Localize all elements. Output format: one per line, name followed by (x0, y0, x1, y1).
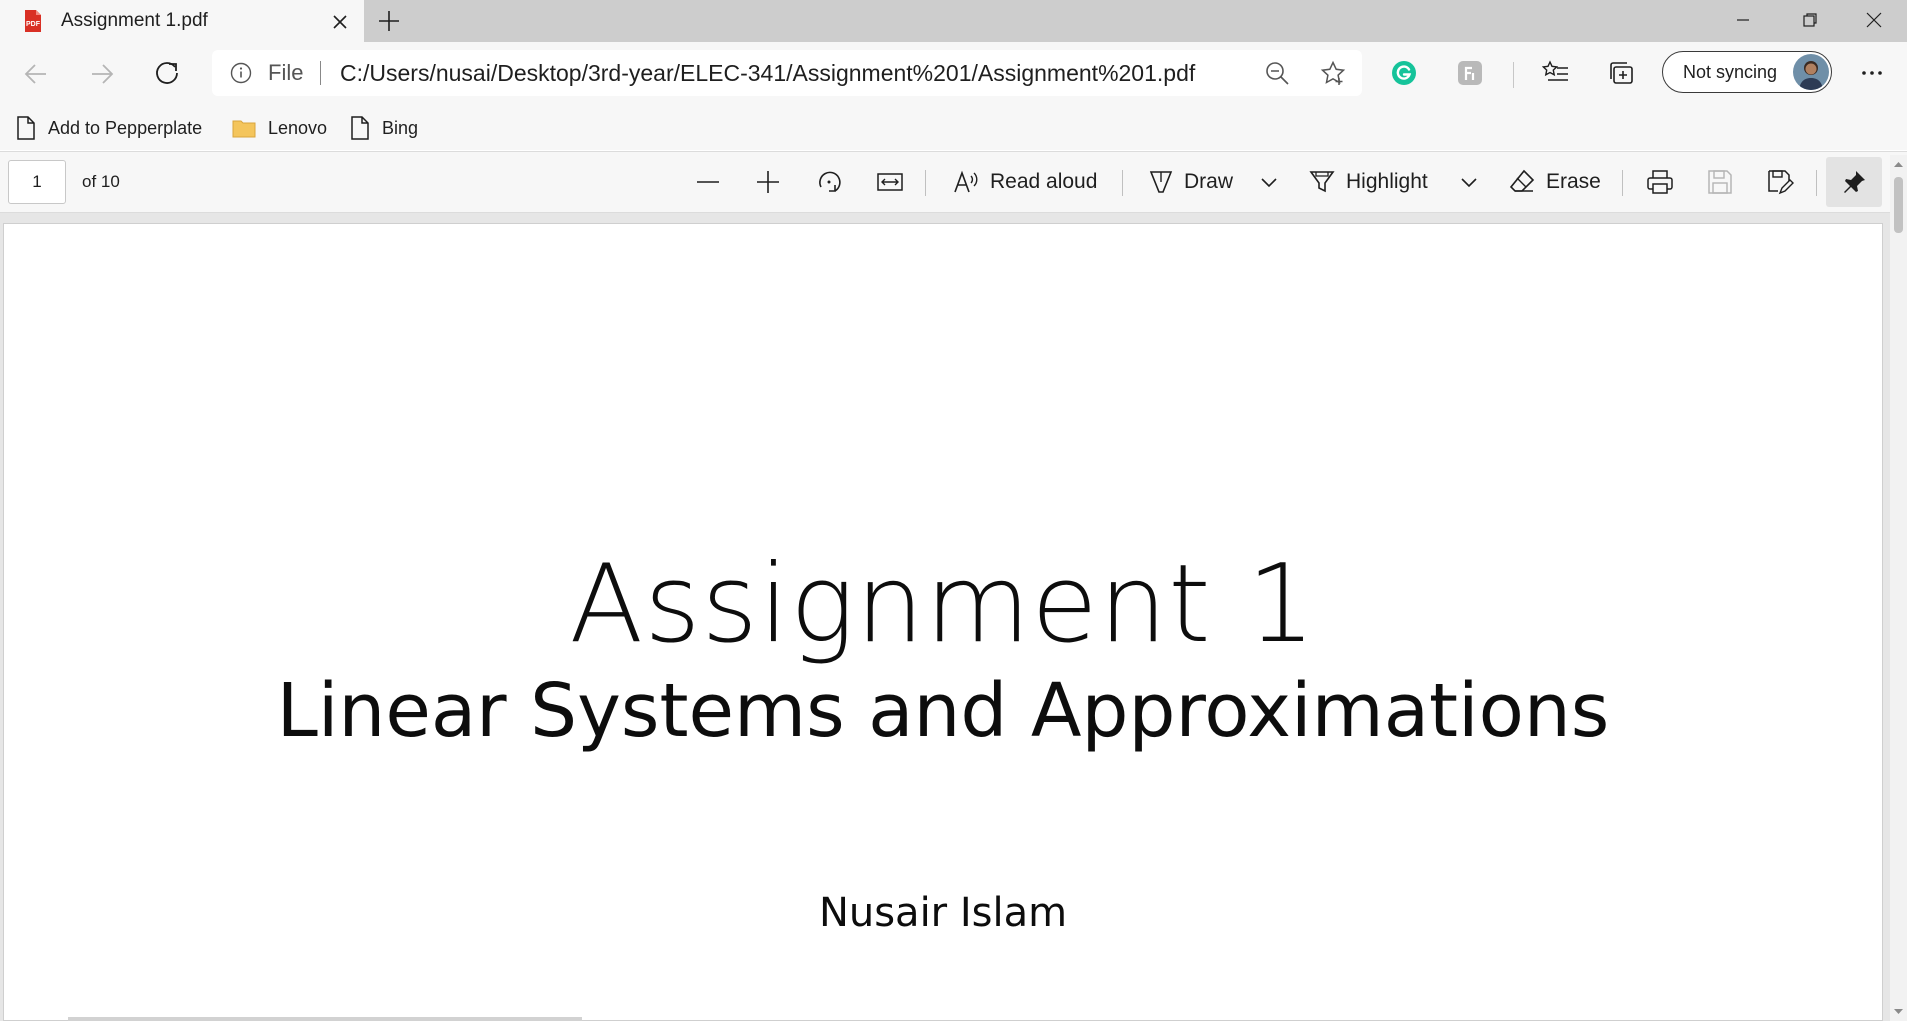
avatar (1793, 54, 1829, 90)
back-arrow-icon[interactable] (18, 56, 54, 92)
info-icon[interactable] (230, 62, 252, 84)
favorite-label: Bing (382, 117, 419, 138)
zoom-in-button[interactable] (754, 152, 792, 212)
chevron-down-icon (1261, 178, 1277, 188)
save-as-button[interactable] (1766, 152, 1804, 212)
collections-icon[interactable] (1604, 55, 1640, 91)
scrollbar-thumb[interactable] (1894, 177, 1903, 233)
document-viewport: Assignment 1 Linear Systems and Approxim… (0, 213, 1907, 1021)
profile-sync-button[interactable]: Not syncing (1662, 51, 1832, 93)
highlight-button[interactable]: Highlight (1308, 152, 1428, 212)
close-tab-icon[interactable] (328, 10, 352, 34)
print-button[interactable] (1646, 152, 1684, 212)
toolbar-divider (1122, 170, 1123, 196)
highlighter-icon (1309, 171, 1335, 193)
refresh-icon[interactable] (150, 56, 186, 92)
highlight-options-dropdown[interactable] (1458, 152, 1490, 212)
rotate-icon (819, 171, 841, 192)
favorites-bar: Add to Pepperplate Lenovo Bing (0, 106, 1907, 150)
page-number-input[interactable]: 1 (8, 160, 66, 204)
draw-pen-icon (1149, 171, 1173, 193)
toolbar-divider (1622, 170, 1623, 196)
pin-toolbar-button[interactable] (1826, 157, 1882, 207)
document-title: Assignment 1 (569, 542, 1317, 667)
erase-button[interactable]: Erase (1508, 152, 1601, 212)
pdf-file-icon: PDF (21, 9, 45, 33)
sync-status-label: Not syncing (1683, 62, 1778, 82)
tab-strip: PDF Assignment 1.pdf (0, 0, 1907, 42)
more-options-icon[interactable] (1854, 55, 1890, 91)
favorite-bing[interactable]: Bing (350, 106, 418, 150)
horizontal-scrollbar[interactable] (68, 1017, 582, 1021)
new-tab-icon[interactable] (376, 8, 402, 34)
pdf-page: Assignment 1 Linear Systems and Approxim… (3, 223, 1883, 1021)
save-disk-icon (1708, 170, 1732, 194)
document-author: Nusair Islam (818, 890, 1068, 936)
scroll-down-icon[interactable] (1890, 1005, 1907, 1019)
save-button[interactable] (1706, 152, 1744, 212)
pin-icon (1844, 171, 1865, 193)
restore-icon[interactable] (1777, 0, 1843, 40)
eraser-icon (1509, 169, 1535, 192)
scroll-up-icon[interactable] (1890, 157, 1907, 171)
read-aloud-icon (954, 170, 978, 193)
toolbar-divider (1816, 170, 1817, 196)
fit-to-width-button[interactable] (876, 152, 914, 212)
favorites-list-icon[interactable] (1538, 55, 1574, 91)
erase-label: Erase (1546, 170, 1601, 193)
tab-title: Assignment 1.pdf (61, 10, 208, 31)
plus-icon (757, 171, 779, 193)
fit-width-icon (877, 173, 903, 191)
read-aloud-button[interactable]: Read aloud (952, 152, 1097, 212)
tab-assignment-pdf[interactable]: PDF Assignment 1.pdf (0, 0, 364, 42)
favorite-lenovo[interactable]: Lenovo (232, 106, 327, 150)
draw-button[interactable]: Draw (1148, 152, 1233, 212)
page-icon (351, 116, 369, 140)
draw-options-dropdown[interactable] (1258, 152, 1290, 212)
favorite-add-to-pepperplate[interactable]: Add to Pepperplate (16, 106, 202, 150)
draw-label: Draw (1184, 170, 1234, 193)
printer-icon (1647, 170, 1673, 194)
grammarly-extension-icon[interactable] (1386, 55, 1422, 91)
minus-icon (697, 181, 719, 183)
chevron-down-icon (1461, 178, 1477, 188)
extension-icon[interactable] (1452, 55, 1488, 91)
read-aloud-label: Read aloud (990, 170, 1098, 193)
url-text[interactable]: C:/Users/nusai/Desktop/3rd-year/ELEC-341… (340, 50, 1195, 96)
favorite-star-icon[interactable] (1320, 60, 1346, 86)
folder-icon (232, 120, 256, 138)
page-icon (17, 116, 35, 140)
highlight-label: Highlight (1346, 170, 1428, 193)
rotate-button[interactable] (815, 152, 853, 212)
save-as-icon (1768, 170, 1794, 195)
forward-arrow-icon[interactable] (84, 56, 120, 92)
navigation-bar: File C:/Users/nusai/Desktop/3rd-year/ELE… (0, 42, 1907, 106)
favorite-label: Lenovo (268, 117, 328, 138)
address-bar[interactable]: File C:/Users/nusai/Desktop/3rd-year/ELE… (212, 50, 1362, 96)
favorite-label: Add to Pepperplate (48, 117, 203, 138)
close-window-icon[interactable] (1841, 0, 1907, 40)
divider (320, 61, 321, 85)
zoom-out-button[interactable] (694, 152, 732, 212)
zoom-out-icon[interactable] (1264, 60, 1290, 86)
document-subtitle: Linear Systems and Approximations (276, 668, 1610, 754)
pdf-toolbar: 1 of 10 Read aloud Draw Highlight Erase (0, 151, 1907, 213)
vertical-scrollbar[interactable] (1890, 155, 1907, 1021)
page-total-label: of 10 (82, 172, 120, 191)
scheme-label: File (268, 60, 304, 85)
toolbar-divider (925, 170, 926, 196)
toolbar-divider (1513, 62, 1514, 88)
minimize-icon[interactable] (1710, 0, 1776, 40)
svg-text:PDF: PDF (26, 21, 41, 28)
